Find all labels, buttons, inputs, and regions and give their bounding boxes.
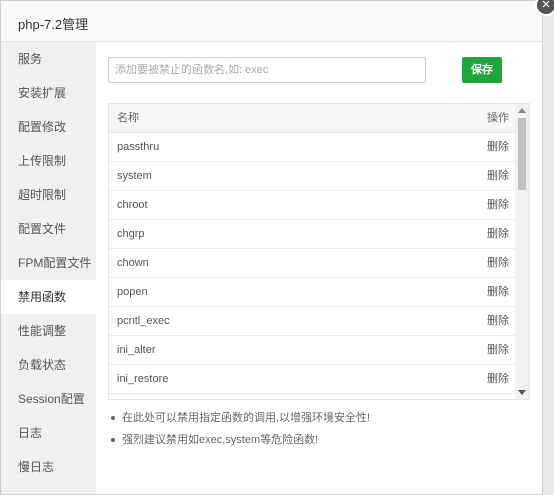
- table-scrollbar[interactable]: [515, 104, 529, 399]
- tip-item: 在此处可以禁用指定函数的调用,以增强环境安全性!: [108, 407, 538, 429]
- sidebar-item-slow-log[interactable]: 慢日志: [1, 450, 96, 484]
- function-name: ini_alter: [117, 344, 156, 356]
- sidebar-item-disabled-functions[interactable]: 禁用函数: [1, 280, 96, 314]
- function-name: ini_restore: [117, 373, 169, 385]
- sidebar-item-phpinfo[interactable]: phpinfo: [1, 484, 96, 494]
- sidebar-item-config-modify[interactable]: 配置修改: [1, 110, 96, 144]
- sidebar-item-session-config[interactable]: Session配置: [1, 382, 96, 416]
- delete-link[interactable]: 删除: [487, 365, 509, 393]
- delete-link[interactable]: 删除: [487, 278, 509, 306]
- scroll-down-arrow-icon[interactable]: [518, 390, 526, 395]
- scrollbar-thumb[interactable]: [518, 118, 526, 190]
- column-header-operation: 操作: [487, 112, 509, 124]
- sidebar-item-fpm-config-file[interactable]: FPM配置文件: [1, 246, 96, 280]
- delete-link[interactable]: 删除: [487, 249, 509, 277]
- tip-item: 强烈建议禁用如exec,system等危险函数!: [108, 429, 538, 451]
- bullet-icon: [111, 438, 115, 442]
- function-name: system: [117, 170, 152, 182]
- php-manager-dialog: php-7.2管理 服务 安装扩展 配置修改 上传限制 超时限制 配置文件 FP…: [0, 0, 543, 495]
- bullet-icon: [111, 416, 115, 420]
- delete-link[interactable]: 删除: [487, 220, 509, 248]
- sidebar-menu: 服务 安装扩展 配置修改 上传限制 超时限制 配置文件 FPM配置文件 禁用函数…: [1, 42, 96, 494]
- table-row: chown 删除: [109, 249, 515, 278]
- column-header-name: 名称: [117, 112, 139, 124]
- delete-link[interactable]: 删除: [487, 307, 509, 335]
- delete-link[interactable]: 删除: [487, 133, 509, 161]
- sidebar-item-timeout-limit[interactable]: 超时限制: [1, 178, 96, 212]
- table-row: chgrp 删除: [109, 220, 515, 249]
- sidebar-item-service[interactable]: 服务: [1, 42, 96, 76]
- delete-link[interactable]: 删除: [487, 162, 509, 190]
- table-header: 名称 操作: [109, 104, 515, 133]
- sidebar-item-config-file[interactable]: 配置文件: [1, 212, 96, 246]
- disabled-functions-table: 名称 操作 passthru 删除 system 删除 chroot 删除 ch…: [108, 103, 530, 400]
- function-name: chown: [117, 257, 149, 269]
- function-name: pcntl_exec: [117, 315, 170, 327]
- content-panel: 添加要被禁止的函数名,如: exec 保存 名称 操作 passthru 删除 …: [96, 42, 542, 494]
- sidebar-item-log[interactable]: 日志: [1, 416, 96, 450]
- tip-text: 强烈建议禁用如exec,system等危险函数!: [122, 434, 319, 446]
- table-row: system 删除: [109, 162, 515, 191]
- table-row: ini_alter 删除: [109, 336, 515, 365]
- delete-link[interactable]: 删除: [487, 191, 509, 219]
- table-row: ini_restore 删除: [109, 365, 515, 394]
- scroll-up-arrow-icon[interactable]: [518, 108, 526, 113]
- sidebar-item-load-status[interactable]: 负载状态: [1, 348, 96, 382]
- dialog-title-bar: php-7.2管理: [1, 1, 542, 42]
- tips-list: 在此处可以禁用指定函数的调用,以增强环境安全性! 强烈建议禁用如exec,sys…: [108, 407, 538, 451]
- function-name-input[interactable]: 添加要被禁止的函数名,如: exec: [108, 57, 426, 83]
- function-name: passthru: [117, 141, 160, 153]
- table-body: passthru 删除 system 删除 chroot 删除 chgrp 删除…: [109, 133, 515, 394]
- sidebar-item-install-extensions[interactable]: 安装扩展: [1, 76, 96, 110]
- sidebar-item-performance-tuning[interactable]: 性能调整: [1, 314, 96, 348]
- save-button[interactable]: 保存: [462, 57, 502, 83]
- table-row: popen 删除: [109, 278, 515, 307]
- function-name: popen: [117, 286, 148, 298]
- table-row: passthru 删除: [109, 133, 515, 162]
- dialog-title: php-7.2管理: [18, 17, 89, 32]
- sidebar-item-upload-limit[interactable]: 上传限制: [1, 144, 96, 178]
- tip-text: 在此处可以禁用指定函数的调用,以增强环境安全性!: [122, 412, 371, 424]
- function-name: chgrp: [117, 228, 145, 240]
- delete-link[interactable]: 删除: [487, 336, 509, 364]
- table-row: chroot 删除: [109, 191, 515, 220]
- table-row: pcntl_exec 删除: [109, 307, 515, 336]
- function-name: chroot: [117, 199, 148, 211]
